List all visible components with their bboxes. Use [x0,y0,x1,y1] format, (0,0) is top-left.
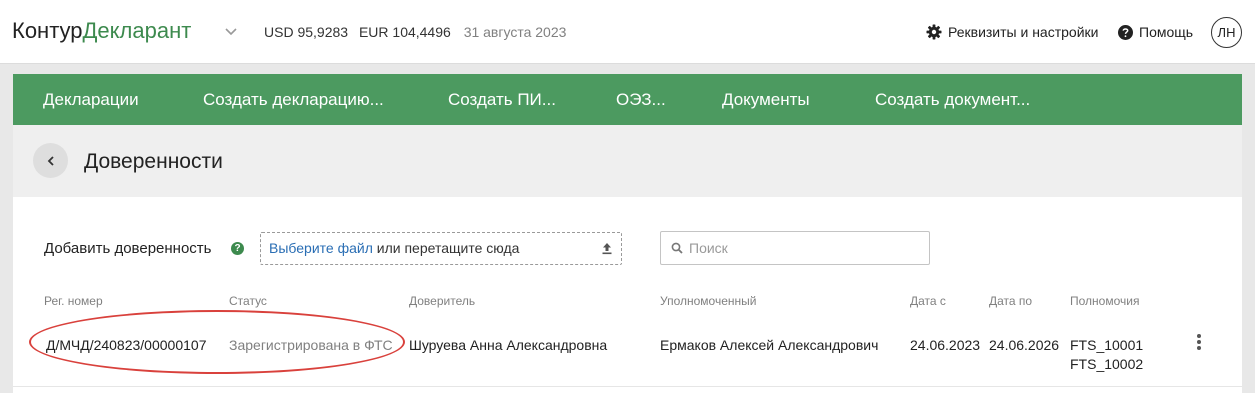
row-divider [13,386,1242,387]
nav-item-create-document[interactable]: Создать документ... [875,74,1030,125]
column-header-reg-number[interactable]: Рег. номер [44,294,103,308]
nav-item-create-declaration[interactable]: Создать декларацию... [203,74,384,125]
app-logo[interactable]: КонтурДекларант [12,18,191,44]
cell-authorized: Ермаков Алексей Александрович [660,337,879,353]
currency-rates: USD 95,9283 EUR 104,4496 31 августа 2023 [264,24,573,40]
column-header-powers[interactable]: Полномочия [1070,294,1139,308]
main-nav: Декларации Создать декларацию... Создать… [13,74,1242,125]
settings-link-label: Реквизиты и настройки [948,24,1099,40]
chevron-down-icon[interactable] [222,22,240,40]
usd-rate: USD 95,9283 [264,24,349,40]
gear-icon [926,24,942,40]
nav-item-documents[interactable]: Документы [722,74,810,125]
search-input[interactable]: Поиск [660,231,930,265]
power-code: FTS_10002 [1070,356,1144,372]
eur-rate: EUR 104,4496 [358,24,451,40]
avatar[interactable]: ЛН [1211,17,1242,48]
page-title: Доверенности [84,150,223,173]
help-circle-icon [1118,24,1133,40]
column-header-status[interactable]: Статус [229,294,267,308]
cell-principal: Шуруева Анна Александровна [409,337,608,353]
search-icon [671,242,683,254]
drop-hint: или перетащите сюда [372,240,520,256]
nav-item-create-pi[interactable]: Создать ПИ... [448,74,556,125]
column-header-authorized[interactable]: Уполномоченный [660,294,756,308]
highlight-annotation [29,310,405,374]
column-header-date-from[interactable]: Дата с [910,294,946,308]
proxies-panel: Добавить доверенность ? Выберите файл ил… [13,197,1242,393]
nav-item-oez[interactable]: ОЭЗ... [616,74,666,125]
search-placeholder: Поиск [689,240,728,256]
nav-item-declarations[interactable]: Декларации [43,74,139,125]
add-proxy-label: Добавить доверенность [44,240,212,257]
back-button[interactable] [33,143,68,178]
logo-brand: Контур [12,18,83,43]
help-hint-icon[interactable]: ? [231,242,244,255]
current-date: 31 августа 2023 [463,24,567,40]
logo-product: Декларант [82,18,192,43]
page-header: Доверенности [13,125,1242,197]
help-link-label: Помощь [1139,24,1194,40]
chevron-left-icon [47,155,54,166]
help-link[interactable]: Помощь [1118,24,1193,40]
upload-icon [602,243,612,255]
settings-link[interactable]: Реквизиты и настройки [926,24,1098,40]
cell-powers: FTS_10001 FTS_10002 [1070,336,1143,374]
column-header-principal[interactable]: Доверитель [409,294,475,308]
cell-date-from: 24.06.2023 [910,337,981,353]
choose-file-link[interactable]: Выберите файл [269,240,373,256]
kebab-menu-icon[interactable] [1196,334,1202,352]
column-header-date-to[interactable]: Дата по [989,294,1032,308]
cell-date-to: 24.06.2026 [989,337,1060,353]
file-drop-zone[interactable]: Выберите файл или перетащите сюда [260,232,622,265]
power-code: FTS_10001 [1070,337,1144,353]
top-bar: КонтурДекларант USD 95,9283 EUR 104,4496… [0,0,1255,64]
